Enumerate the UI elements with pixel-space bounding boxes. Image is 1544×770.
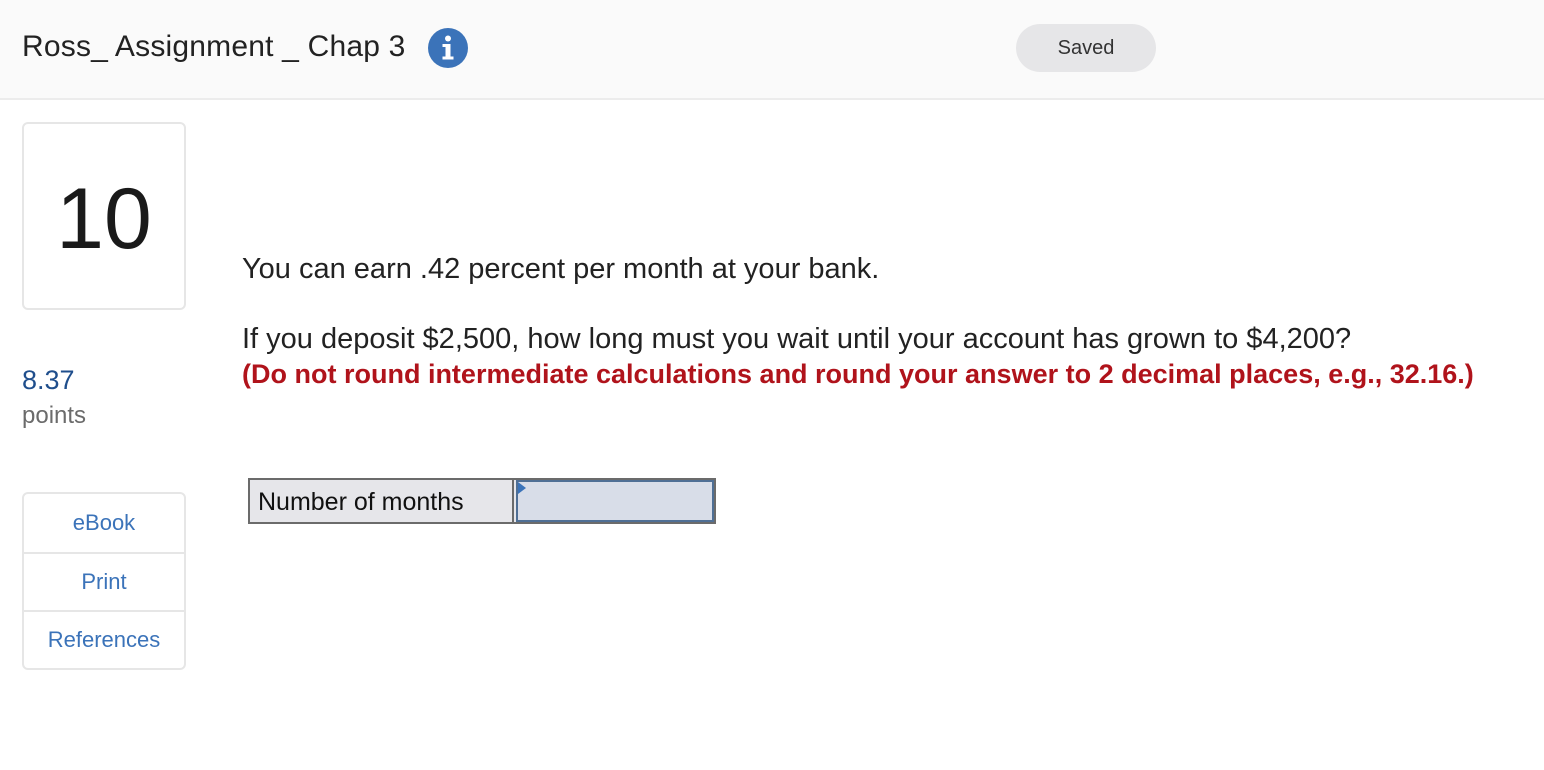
ebook-link[interactable]: eBook (24, 494, 184, 554)
question-number-box: 10 (22, 122, 186, 310)
points-value: 8.37 (22, 365, 75, 395)
answer-cell[interactable] (516, 480, 714, 522)
rounding-instruction: (Do not round intermediate calculations … (242, 359, 1474, 389)
question-tools-panel: eBook Print References (22, 492, 186, 670)
points-label: points (22, 402, 87, 429)
save-status-badge: Saved (1016, 24, 1156, 72)
references-link[interactable]: References (24, 612, 184, 668)
number-of-months-input[interactable] (518, 482, 712, 520)
answer-row-label: Number of months (250, 480, 514, 522)
print-link[interactable]: Print (24, 554, 184, 612)
assignment-header: Ross_ Assignment _ Chap 3 Saved (0, 0, 1544, 100)
question-text-rate: You can earn .42 percent per month at yo… (242, 253, 880, 285)
answer-table: Number of months (248, 478, 716, 524)
assignment-title: Ross_ Assignment _ Chap 3 (22, 30, 406, 63)
question-text-prompt: If you deposit $2,500, how long must you… (242, 323, 1352, 355)
cell-flag-icon (518, 482, 526, 494)
question-number: 10 (56, 171, 152, 267)
info-circle-icon[interactable] (428, 28, 468, 68)
